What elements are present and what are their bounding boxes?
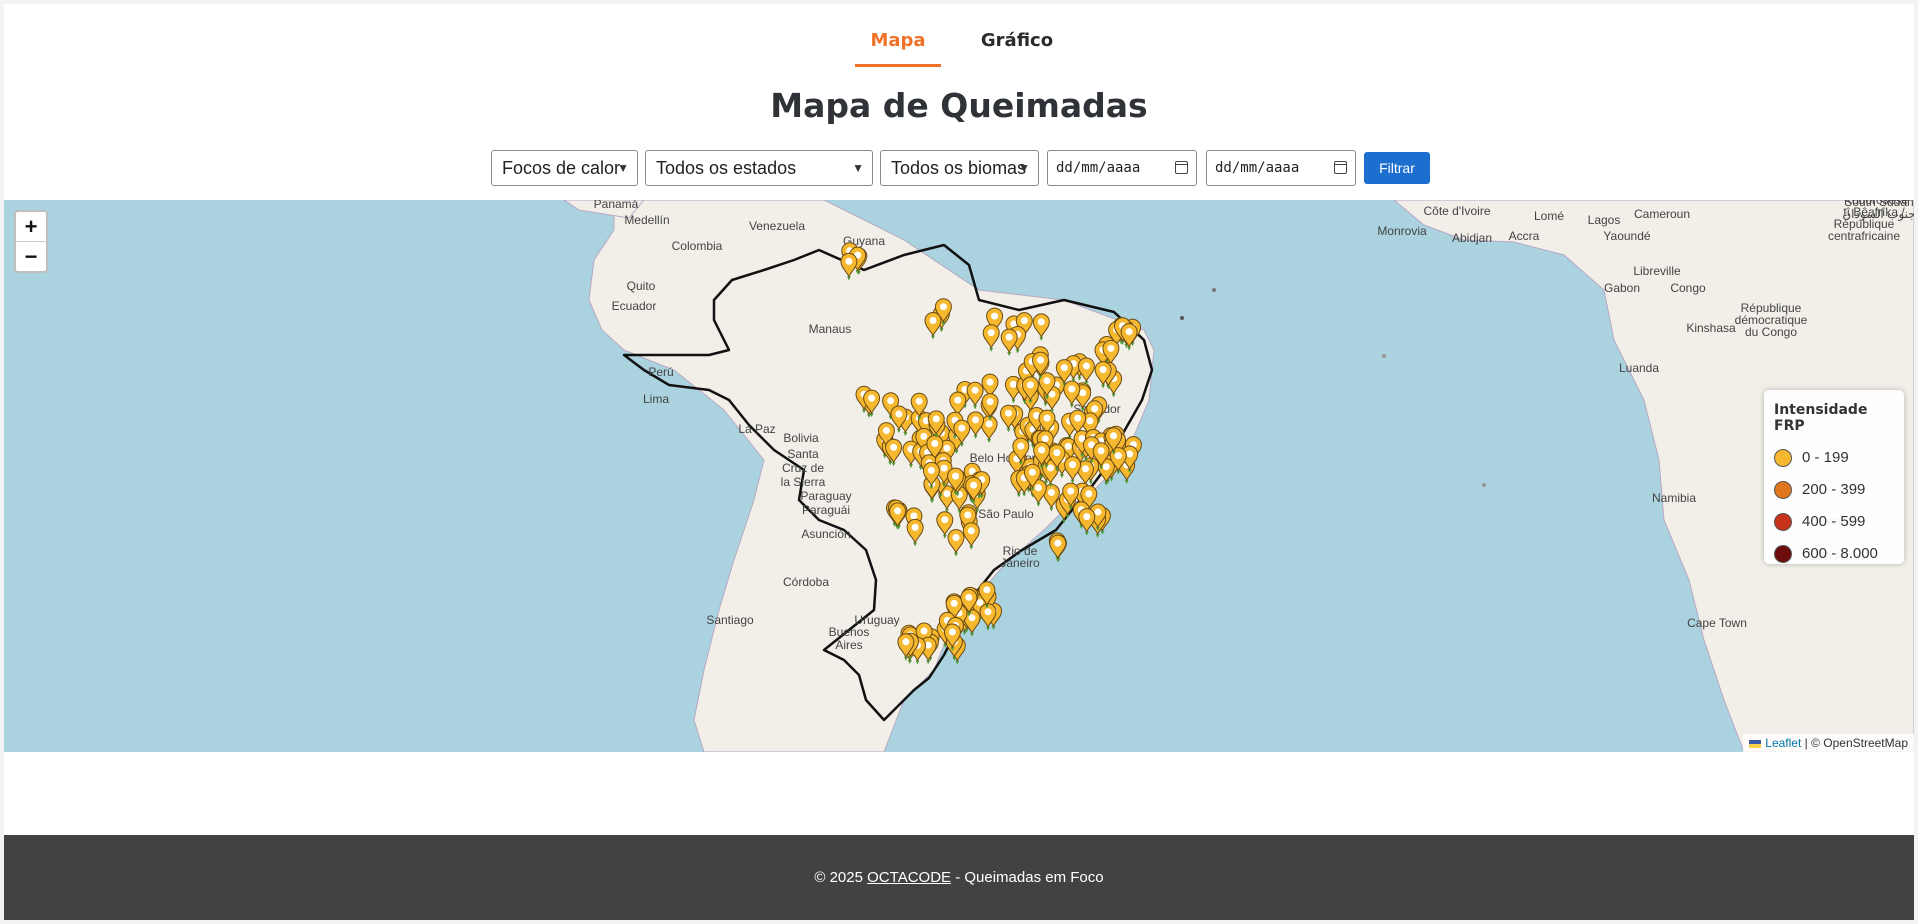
- legend-label: 600 - 8.000: [1802, 545, 1878, 562]
- map-legend: Intensidade FRP 0 - 199 200 - 399 400 - …: [1764, 390, 1904, 564]
- fire-marker[interactable]: [1078, 508, 1096, 536]
- place-label: Bolivia: [783, 431, 819, 445]
- island-dot: [1482, 483, 1486, 487]
- place-label: Kinshasa: [1686, 321, 1736, 335]
- chevron-down-icon: ▼: [852, 161, 864, 175]
- legend-item: 200 - 399: [1774, 474, 1894, 506]
- place-label: La Paz: [738, 422, 775, 436]
- legend-item: 400 - 599: [1774, 506, 1894, 538]
- estado-select[interactable]: Todos os estados ▼: [645, 150, 873, 186]
- legend-swatch: [1774, 449, 1792, 467]
- map[interactable]: Panamá Medellín Venezuela Guyana Colombia Qui…: [4, 200, 1914, 752]
- place-label: Accra: [1509, 229, 1540, 243]
- calendar-icon[interactable]: [1175, 161, 1188, 174]
- place-label: Cape Town: [1687, 616, 1747, 630]
- place-label: Colombia: [672, 239, 723, 253]
- place-label: Venezuela: [749, 219, 805, 233]
- legend-swatch: [1774, 513, 1792, 531]
- legend-label: 0 - 199: [1802, 449, 1849, 466]
- island-dot: [1212, 288, 1216, 292]
- place-label: Luanda: [1619, 361, 1659, 375]
- place-label: Quito: [627, 279, 656, 293]
- place-label: Buenos: [829, 625, 870, 639]
- data-fim-placeholder: dd/mm/aaaa: [1215, 160, 1300, 176]
- place-label: Gabon: [1604, 281, 1640, 295]
- tipo-select-value: Focos de calor: [502, 158, 621, 178]
- legend-item: 0 - 199: [1774, 442, 1894, 474]
- place-label: Lagos: [1588, 213, 1621, 227]
- place-label: Lomé: [1534, 209, 1564, 223]
- footer-copyright: © 2025: [814, 869, 868, 886]
- estado-select-value: Todos os estados: [656, 158, 797, 178]
- place-label: Aires: [835, 638, 862, 652]
- place-label: Namibia: [1652, 491, 1696, 505]
- fire-marker[interactable]: [1049, 534, 1067, 563]
- legend-label: 200 - 399: [1802, 481, 1866, 498]
- legend-label: 400 - 599: [1802, 513, 1866, 530]
- tab-grafico[interactable]: Gráfico: [972, 26, 1062, 64]
- page: Mapa Gráfico Mapa de Queimadas Focos de …: [4, 4, 1914, 920]
- place-label: Abidjan: [1452, 231, 1492, 245]
- legend-item: 600 - 8.000: [1774, 538, 1894, 570]
- place-label: centrafricaine: [1828, 229, 1900, 243]
- place-label: São Paulo: [978, 507, 1034, 521]
- place-label: Asunción: [801, 527, 850, 541]
- legend-title: Intensidade FRP: [1774, 402, 1868, 434]
- island-dot: [1180, 316, 1184, 320]
- place-label: Lima: [643, 392, 669, 406]
- place-label: du Congo: [1745, 325, 1797, 339]
- tab-mapa[interactable]: Mapa: [855, 26, 941, 67]
- place-label: Perú: [648, 365, 673, 379]
- place-label: Panamá: [594, 200, 639, 211]
- data-inicio-input[interactable]: dd/mm/aaaa: [1047, 150, 1197, 186]
- south-america-land: [588, 200, 1155, 752]
- place-label: Paraguái: [802, 503, 850, 517]
- calendar-icon[interactable]: [1334, 161, 1347, 174]
- place-label: Cameroun: [1634, 207, 1690, 221]
- place-label: Medellín: [624, 213, 669, 227]
- place-label: Janeiro: [1000, 556, 1040, 570]
- place-label: Monrovia: [1377, 224, 1427, 238]
- legend-swatch: [1774, 481, 1792, 499]
- zoom-control: + −: [14, 210, 48, 273]
- tipo-select[interactable]: Focos de calor ▼: [491, 150, 638, 186]
- place-label: Congo: [1670, 281, 1706, 295]
- map-attribution: Leaflet | © OpenStreetMap: [1743, 734, 1914, 752]
- place-label: la Sierra: [781, 475, 826, 489]
- filter-bar: Focos de calor ▼ Todos os estados ▼ Todo…: [4, 150, 1914, 186]
- zoom-in-button[interactable]: +: [16, 212, 46, 241]
- page-title: Mapa de Queimadas: [770, 86, 1148, 125]
- filtrar-button[interactable]: Filtrar: [1364, 152, 1430, 184]
- footer-suffix: - Queimadas em Foco: [951, 869, 1104, 886]
- data-fim-input[interactable]: dd/mm/aaaa: [1206, 150, 1356, 186]
- place-label: Cruz de: [782, 461, 824, 475]
- leaflet-link[interactable]: Leaflet: [1765, 736, 1801, 750]
- chevron-down-icon: ▼: [617, 161, 629, 175]
- legend-swatch: [1774, 545, 1792, 563]
- bioma-select[interactable]: Todos os biomas ▼: [880, 150, 1039, 186]
- place-label: Santa: [787, 447, 819, 461]
- place-label: Paraguay: [800, 489, 851, 503]
- island-dot: [1382, 354, 1386, 358]
- zoom-out-button[interactable]: −: [16, 241, 46, 271]
- place-label: Libreville: [1633, 264, 1681, 278]
- place-label: Ecuador: [612, 299, 657, 313]
- ukraine-flag-icon: [1749, 739, 1762, 748]
- place-label: Côte d'Ivoire: [1424, 204, 1491, 218]
- footer-brand-link[interactable]: OCTACODE: [867, 869, 951, 886]
- data-inicio-placeholder: dd/mm/aaaa: [1056, 160, 1141, 176]
- tab-bar: Mapa Gráfico: [4, 26, 1914, 67]
- attribution-text: | © OpenStreetMap: [1801, 736, 1908, 750]
- place-label: Santiago: [706, 613, 754, 627]
- bioma-select-value: Todos os biomas: [891, 158, 1027, 178]
- place-label: Yaoundé: [1603, 229, 1650, 243]
- place-label: Manaus: [809, 322, 852, 336]
- place-label: Córdoba: [783, 575, 829, 589]
- footer: © 2025 OCTACODE - Queimadas em Foco: [4, 835, 1914, 920]
- chevron-down-icon: ▼: [1018, 161, 1030, 175]
- map-canvas[interactable]: PanamáMedellín VenezuelaGuyanaColombiaQui…: [4, 200, 1914, 752]
